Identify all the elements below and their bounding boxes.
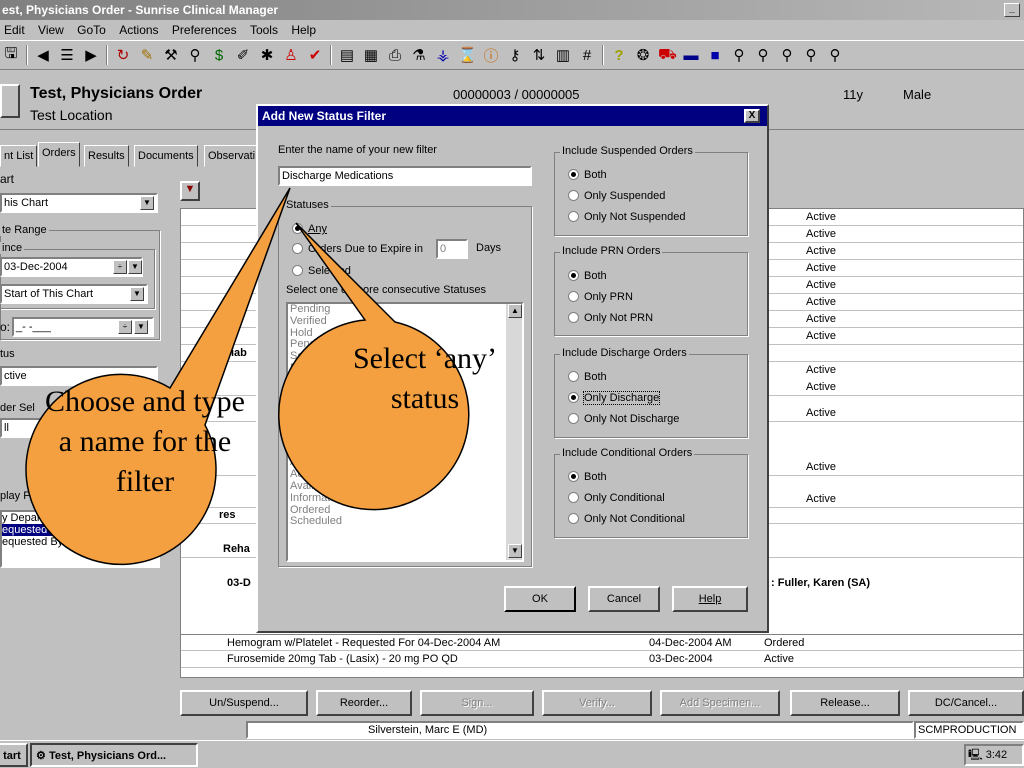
left-callout-shape xyxy=(25,187,291,566)
left-callout-text: Choose and type a name for the filter xyxy=(45,385,245,498)
tab-orders[interactable]: Orders xyxy=(38,142,80,167)
right-callout-text: Select ‘any’ status xyxy=(352,342,498,415)
